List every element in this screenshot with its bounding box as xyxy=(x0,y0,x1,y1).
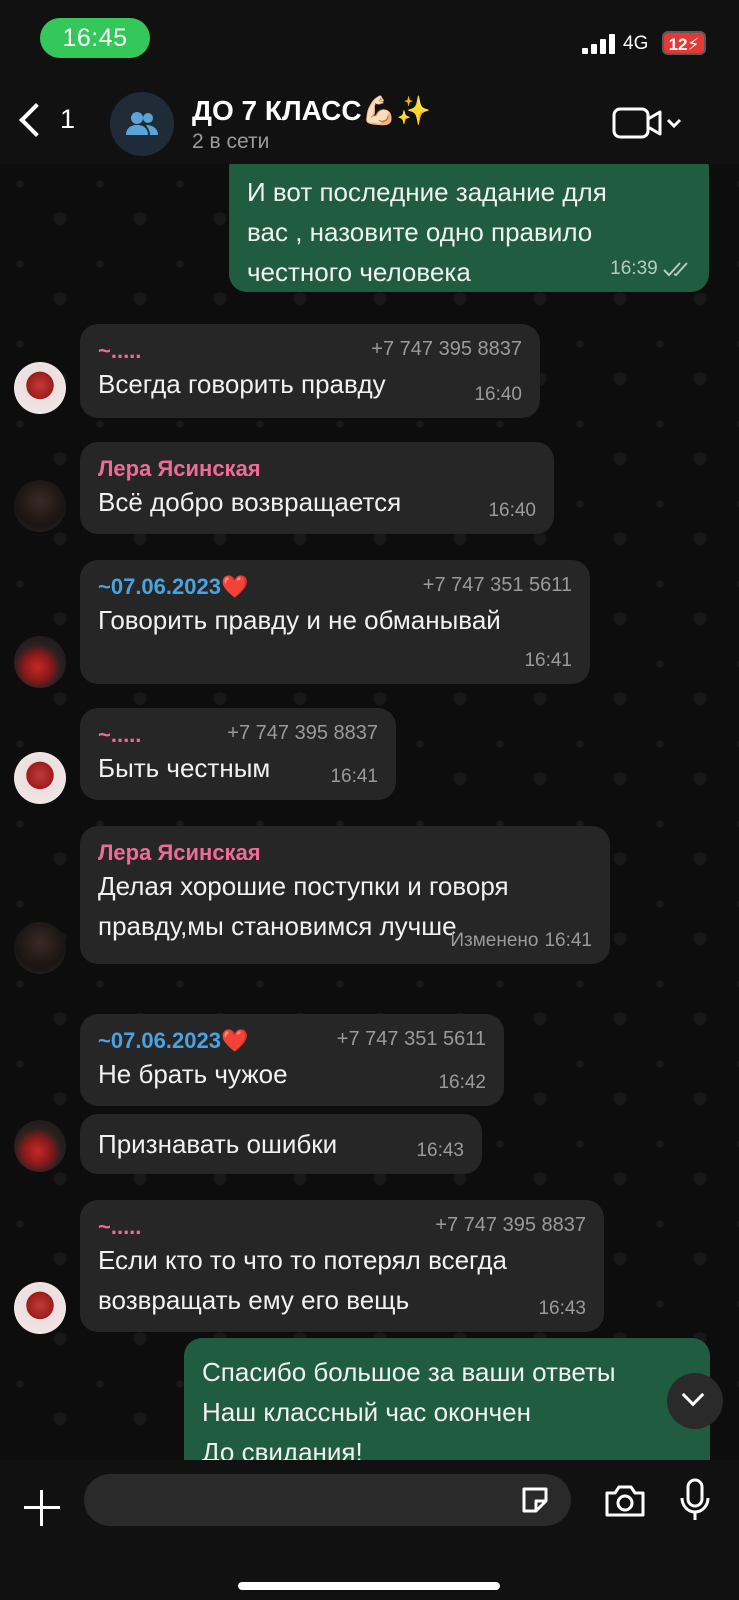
message-time: 16:42 xyxy=(438,1072,486,1093)
sender-name[interactable]: ~07.06.2023❤️ xyxy=(98,574,248,600)
battery-icon: 12⚡ xyxy=(662,31,706,55)
back-icon[interactable] xyxy=(19,103,53,137)
message-text-line: И вот последние задание для xyxy=(247,177,607,207)
message-time-value: 16:41 xyxy=(544,930,592,951)
message-text-line: Спасибо большое за ваши ответы xyxy=(202,1357,616,1387)
message-text: Говорить правду и не обманывай xyxy=(98,605,501,635)
charging-icon: ⚡ xyxy=(687,35,700,54)
incoming-message[interactable]: ~07.06.2023❤️ +7 747 351 5611 Говорить п… xyxy=(80,560,590,684)
back-unread-count[interactable]: 1 xyxy=(60,104,75,135)
sender-name[interactable]: Лера Ясинская xyxy=(98,456,261,482)
message-text-line: Наш классный час окончен xyxy=(202,1397,531,1427)
chat-header: 1 ДО 7 КЛАСС💪🏻✨ 2 в сети xyxy=(0,78,739,164)
status-time: 16:45 xyxy=(40,18,150,58)
chevron-down-icon xyxy=(681,1383,705,1407)
avatar[interactable] xyxy=(14,752,66,804)
message-time: 16:43 xyxy=(416,1140,464,1161)
avatar[interactable] xyxy=(14,636,66,688)
camera-button[interactable] xyxy=(604,1484,646,1518)
signal-icon xyxy=(582,34,616,54)
sender-name[interactable]: Лера Ясинская xyxy=(98,840,261,866)
message-text-line: возвращать ему его вещь xyxy=(98,1285,410,1315)
avatar[interactable] xyxy=(14,1282,66,1334)
microphone-icon xyxy=(680,1478,710,1520)
incoming-message[interactable]: Признавать ошибки 16:43 xyxy=(80,1114,482,1174)
network-label: 4G xyxy=(623,33,649,54)
incoming-message[interactable]: ~..... +7 747 395 8837 Быть честным 16:4… xyxy=(80,708,396,800)
avatar[interactable] xyxy=(14,1120,66,1172)
message-time: 16:41 xyxy=(524,650,572,671)
battery-level: 12 xyxy=(668,35,688,54)
sender-phone: +7 747 395 8837 xyxy=(227,722,378,744)
chat-title[interactable]: ДО 7 КЛАСС💪🏻✨ xyxy=(192,94,431,127)
chat-area[interactable]: И вот последние задание для вас , назови… xyxy=(0,164,739,1460)
outgoing-message[interactable]: И вот последние задание для вас , назови… xyxy=(229,164,709,292)
message-text-line: Если кто то что то потерял всегда xyxy=(98,1245,507,1275)
message-time: 16:43 xyxy=(538,1298,586,1319)
avatar[interactable] xyxy=(14,480,66,532)
message-time-value: 16:39 xyxy=(610,258,658,279)
attach-button[interactable] xyxy=(22,1488,62,1528)
sender-phone: +7 747 395 8837 xyxy=(371,338,522,360)
message-input[interactable] xyxy=(84,1474,571,1526)
outgoing-message[interactable]: Спасибо большое за ваши ответы Наш класс… xyxy=(184,1338,710,1460)
incoming-message[interactable]: Лера Ясинская Всё добро возвращается 16:… xyxy=(80,442,554,534)
message-time: 16:40 xyxy=(488,500,536,521)
message-text: Не брать чужое xyxy=(98,1059,288,1089)
sender-name[interactable]: ~..... xyxy=(98,338,141,364)
sticker-button[interactable] xyxy=(520,1485,550,1515)
mic-button[interactable] xyxy=(678,1478,712,1522)
chat-subtitle: 2 в сети xyxy=(192,130,270,153)
message-text-line: До свидания! xyxy=(202,1437,363,1460)
message-time: 16:40 xyxy=(474,384,522,405)
sender-name[interactable]: ~..... xyxy=(98,722,141,748)
status-bar: 16:45 4G 12⚡ xyxy=(0,0,739,78)
avatar[interactable] xyxy=(14,922,66,974)
group-avatar[interactable] xyxy=(110,92,174,156)
incoming-message[interactable]: Лера Ясинская Делая хорошие поступки и г… xyxy=(80,826,610,964)
group-icon xyxy=(126,112,158,135)
message-time: 16:39 xyxy=(610,258,693,280)
message-time: Изменено 16:41 xyxy=(450,930,592,952)
video-call-button[interactable] xyxy=(612,106,684,140)
message-text: Признавать ошибки xyxy=(98,1129,338,1159)
sender-phone: +7 747 395 8837 xyxy=(435,1214,586,1236)
message-text-line: Делая хорошие поступки и говоря xyxy=(98,871,509,901)
incoming-message[interactable]: ~..... +7 747 395 8837 Если кто то что т… xyxy=(80,1200,604,1332)
sender-phone: +7 747 351 5611 xyxy=(422,574,572,596)
message-text: Всегда говорить правду xyxy=(98,369,386,399)
camera-icon xyxy=(605,1485,645,1517)
incoming-message[interactable]: ~..... +7 747 395 8837 Всегда говорить п… xyxy=(80,324,540,418)
composer-bar xyxy=(0,1460,739,1600)
sender-name[interactable]: ~..... xyxy=(98,1214,141,1240)
video-camera-icon xyxy=(612,107,682,139)
incoming-message[interactable]: ~07.06.2023❤️ +7 747 351 5611 Не брать ч… xyxy=(80,1014,504,1106)
avatar[interactable] xyxy=(14,362,66,414)
sender-name[interactable]: ~07.06.2023❤️ xyxy=(98,1028,248,1054)
message-text-line: вас , назовите одно правило xyxy=(247,217,593,247)
home-indicator[interactable] xyxy=(238,1582,500,1590)
sender-phone: +7 747 351 5611 xyxy=(336,1028,486,1050)
scroll-down-button[interactable] xyxy=(667,1373,723,1429)
message-text: Всё добро возвращается xyxy=(98,487,402,517)
edited-label: Изменено xyxy=(450,930,539,951)
message-time: 16:41 xyxy=(330,766,378,787)
sticker-icon xyxy=(522,1487,548,1513)
double-check-icon xyxy=(663,262,688,277)
